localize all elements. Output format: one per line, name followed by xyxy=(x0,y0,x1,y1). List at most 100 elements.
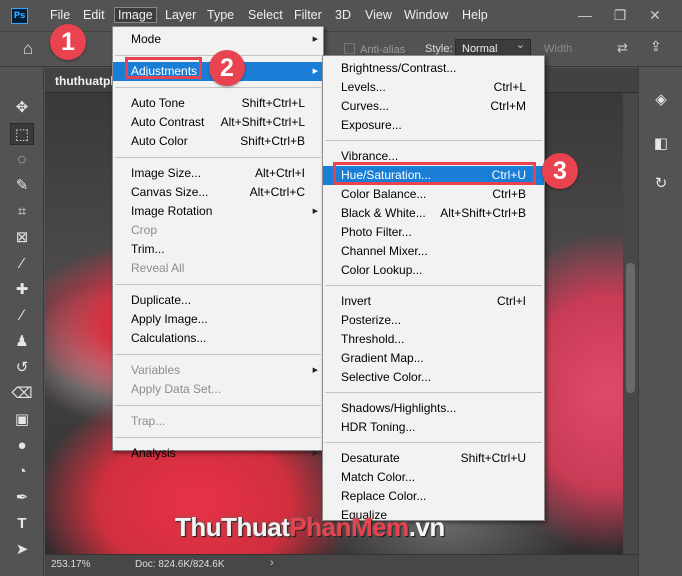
image-menu-item-trap: Trap... xyxy=(113,412,323,431)
menu-item-label: Crop xyxy=(131,223,158,237)
menu-item-label: Auto Tone xyxy=(131,96,185,110)
menu-layer[interactable]: Layer xyxy=(162,7,199,23)
adjustments-menu-item-shadows-highlights[interactable]: Shadows/Highlights... xyxy=(323,399,544,418)
image-menu-item-auto-tone[interactable]: Auto Tone Shift+Ctrl+L xyxy=(113,94,323,113)
menu-help[interactable]: Help xyxy=(459,7,491,23)
menu-item-shortcut: Alt+Ctrl+C xyxy=(249,185,305,199)
blur-tool-icon[interactable]: ● xyxy=(10,435,34,457)
history-brush-tool-icon[interactable]: ↺ xyxy=(10,357,34,379)
type-tool-icon[interactable]: T xyxy=(10,513,34,535)
adjustments-menu-item-brightness-contrast[interactable]: Brightness/Contrast... xyxy=(323,59,544,78)
adjustments-menu-item-posterize[interactable]: Posterize... xyxy=(323,311,544,330)
menu-item-label: Image Size... xyxy=(131,166,202,180)
dodge-tool-icon[interactable]: ◔ xyxy=(10,461,34,483)
menu-filter[interactable]: Filter xyxy=(291,7,325,23)
libraries-icon[interactable]: ◈ xyxy=(650,89,672,111)
adjustments-menu-item-channel-mixer[interactable]: Channel Mixer... xyxy=(323,242,544,261)
image-menu-item-analysis[interactable]: Analysis xyxy=(113,444,323,463)
menu-separator xyxy=(325,442,542,443)
eyedropper-tool-icon[interactable]: ⁄ xyxy=(10,253,34,275)
adjustments-menu-item-photo-filter[interactable]: Photo Filter... xyxy=(323,223,544,242)
menu-item-label: Black & White... xyxy=(341,206,426,220)
adjustments-menu-item-curves[interactable]: Curves... Ctrl+M xyxy=(323,97,544,116)
adjustments-menu-item-threshold[interactable]: Threshold... xyxy=(323,330,544,349)
style-label: Style: xyxy=(425,43,453,55)
image-menu-item-canvas-size[interactable]: Canvas Size... Alt+Ctrl+C xyxy=(113,183,323,202)
image-menu-item-apply-image[interactable]: Apply Image... xyxy=(113,310,323,329)
lasso-tool-icon[interactable]: ◌ xyxy=(10,149,34,171)
image-menu-item-duplicate[interactable]: Duplicate... xyxy=(113,291,323,310)
marquee-tool-icon[interactable]: ⬚ xyxy=(10,123,34,145)
image-menu-item-calculations[interactable]: Calculations... xyxy=(113,329,323,348)
status-bar: 253.17% Doc: 824.6K/824.6K › xyxy=(45,554,638,576)
menu-item-label: Desaturate xyxy=(341,451,400,465)
menu-select[interactable]: Select xyxy=(245,7,286,23)
menu-item-label: Color Lookup... xyxy=(341,263,423,277)
frame-tool-icon[interactable]: ⊠ xyxy=(10,227,34,249)
menu-image[interactable]: Image xyxy=(114,7,157,23)
menu-item-label: Match Color... xyxy=(341,470,416,484)
path-select-tool-icon[interactable]: ➤ xyxy=(10,539,34,561)
image-menu-item-mode[interactable]: Mode xyxy=(113,30,323,49)
pen-tool-icon[interactable]: ✒ xyxy=(10,487,34,509)
image-menu-item-apply-data-set: Apply Data Set... xyxy=(113,380,323,399)
menu-edit[interactable]: Edit xyxy=(80,7,108,23)
vertical-scrollbar[interactable] xyxy=(623,93,638,554)
menu-item-label: Analysis xyxy=(131,446,176,460)
image-menu-item-auto-contrast[interactable]: Auto Contrast Alt+Shift+Ctrl+L xyxy=(113,113,323,132)
minimize-icon[interactable]: — xyxy=(570,4,600,26)
crop-tool-icon[interactable]: ⌗ xyxy=(10,201,34,223)
close-icon[interactable]: ✕ xyxy=(640,4,670,26)
image-menu-item-variables: Variables xyxy=(113,361,323,380)
menu-item-shortcut: Alt+Shift+Ctrl+L xyxy=(220,115,305,129)
move-tool-icon[interactable]: ✥ xyxy=(10,97,34,119)
adjustments-menu-item-invert[interactable]: Invert Ctrl+I xyxy=(323,292,544,311)
adjustments-menu-item-exposure[interactable]: Exposure... xyxy=(323,116,544,135)
healing-tool-icon[interactable]: ✚ xyxy=(10,279,34,301)
adjustments-menu-item-black-white[interactable]: Black & White... Alt+Shift+Ctrl+B xyxy=(323,204,544,223)
callout-1: 1 xyxy=(50,24,86,60)
adjustments-menu-item-color-balance[interactable]: Color Balance... Ctrl+B xyxy=(323,185,544,204)
menu-item-label: Shadows/Highlights... xyxy=(341,401,457,415)
adjustments-menu-item-replace-color[interactable]: Replace Color... xyxy=(323,487,544,506)
zoom-level[interactable]: 253.17% xyxy=(51,559,90,570)
adjustments-menu-item-desaturate[interactable]: Desaturate Shift+Ctrl+U xyxy=(323,449,544,468)
menu-item-label: Calculations... xyxy=(131,331,207,345)
image-menu-item-image-rotation[interactable]: Image Rotation xyxy=(113,202,323,221)
history-icon[interactable]: ↻ xyxy=(650,173,672,195)
menu-item-shortcut: Shift+Ctrl+B xyxy=(240,134,305,148)
swap-icon[interactable]: ⇄ xyxy=(617,40,628,56)
brush-tool-icon[interactable]: ∕ xyxy=(10,305,34,327)
adjustments-menu-item-levels[interactable]: Levels... Ctrl+L xyxy=(323,78,544,97)
adjustments-menu-item-gradient-map[interactable]: Gradient Map... xyxy=(323,349,544,368)
adjustments-menu-item-match-color[interactable]: Match Color... xyxy=(323,468,544,487)
layers-icon[interactable]: ◧ xyxy=(650,133,672,155)
image-menu-item-auto-color[interactable]: Auto Color Shift+Ctrl+B xyxy=(113,132,323,151)
menu-type[interactable]: Type xyxy=(204,7,237,23)
menu-view[interactable]: View xyxy=(362,7,395,23)
home-icon[interactable]: ⌂ xyxy=(17,39,39,59)
image-menu-item-image-size[interactable]: Image Size... Alt+Ctrl+I xyxy=(113,164,323,183)
menu-3d[interactable]: 3D xyxy=(332,7,354,23)
menu-window[interactable]: Window xyxy=(401,7,451,23)
gradient-tool-icon[interactable]: ▣ xyxy=(10,409,34,431)
scrollbar-thumb[interactable] xyxy=(626,263,635,393)
adjustments-menu-item-color-lookup[interactable]: Color Lookup... xyxy=(323,261,544,280)
eraser-tool-icon[interactable]: ⌫ xyxy=(10,383,34,405)
document-tab[interactable]: thuthuatpl xyxy=(55,74,114,88)
stamp-tool-icon[interactable]: ♟ xyxy=(10,331,34,353)
menu-file[interactable]: File xyxy=(47,7,73,23)
restore-icon[interactable]: ❐ xyxy=(605,4,635,26)
adjustments-menu-item-hdr-toning[interactable]: HDR Toning... xyxy=(323,418,544,437)
menu-separator xyxy=(115,156,321,158)
photoshop-window: Ps File Edit Image Layer Type Select Fil… xyxy=(0,0,682,576)
menu-item-label: Image Rotation xyxy=(131,204,213,218)
menu-item-shortcut: Shift+Ctrl+L xyxy=(241,96,305,110)
status-menu-arrow-icon[interactable]: › xyxy=(270,557,274,569)
image-menu-item-trim[interactable]: Trim... xyxy=(113,240,323,259)
adjustments-menu-item-selective-color[interactable]: Selective Color... xyxy=(323,368,544,387)
share-icon[interactable]: ⇪ xyxy=(650,38,662,55)
quick-select-tool-icon[interactable]: ✎ xyxy=(10,175,34,197)
menu-item-label: Gradient Map... xyxy=(341,351,424,365)
menu-item-shortcut: Ctrl+B xyxy=(492,187,526,201)
